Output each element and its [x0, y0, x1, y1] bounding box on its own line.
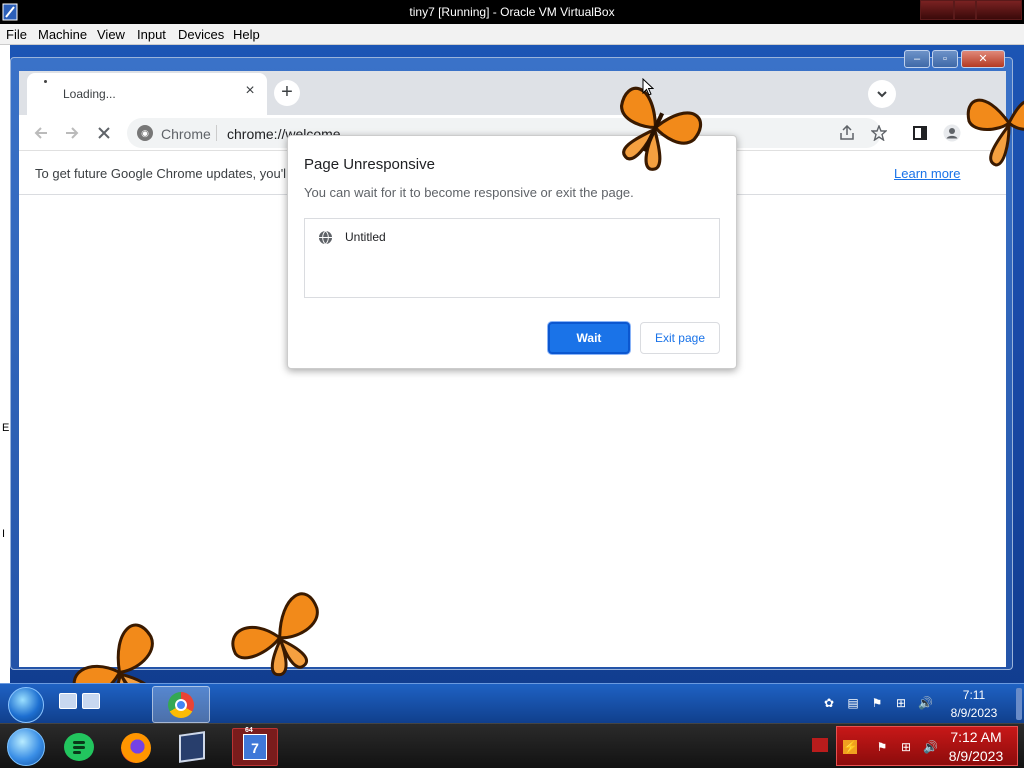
- network-icon[interactable]: ⊞: [894, 696, 908, 710]
- tab-search-button[interactable]: [868, 80, 896, 108]
- taskbar-notes-app[interactable]: [58, 728, 104, 766]
- show-desktop-button[interactable]: [1016, 688, 1022, 720]
- butterfly-icon: [231, 592, 319, 676]
- host-clock-date[interactable]: 8/9/2023: [935, 748, 1017, 764]
- taskbar-virtualbox[interactable]: [170, 728, 216, 766]
- host-taskbar: 7 64 ⚡ ⚑ ⊞ 🔊 7:12 AM 8/9/2023: [0, 723, 1024, 768]
- tray-doc-icon[interactable]: ▤: [846, 696, 860, 710]
- menu-help[interactable]: Help: [233, 27, 260, 42]
- menu-file[interactable]: File: [6, 27, 27, 42]
- host-start-button[interactable]: [7, 728, 45, 766]
- guest-desktop: E I – ▫ ✕ Loading... × + ◉ Chrome chrome…: [0, 45, 1024, 768]
- mouse-cursor-icon: [642, 78, 654, 96]
- host-minimize-button[interactable]: [920, 0, 954, 20]
- switch-windows-icon[interactable]: [82, 693, 100, 709]
- virtualbox-cube-icon: [179, 731, 205, 763]
- guest-taskbar: ✿ ▤ ⚑ ⊞ 🔊 7:11 8/9/2023: [0, 683, 1024, 723]
- chevron-down-icon: [877, 91, 887, 98]
- loading-spinner-icon: [44, 80, 47, 83]
- forward-button[interactable]: [60, 121, 84, 145]
- tiny7-vm-icon: 7 64: [243, 727, 267, 760]
- notes-icon: [64, 733, 94, 761]
- guest-start-button[interactable]: [8, 687, 44, 723]
- new-tab-button[interactable]: +: [274, 80, 300, 106]
- globe-icon: [318, 230, 333, 245]
- host-network-icon[interactable]: ⊞: [899, 740, 913, 754]
- side-panel-icon: [913, 126, 927, 140]
- host-close-button[interactable]: [976, 0, 1022, 20]
- infobar-message: To get future Google Chrome updates, you…: [35, 166, 289, 181]
- action-center-flag-icon[interactable]: ⚑: [870, 696, 884, 710]
- stop-loading-icon: [98, 127, 110, 139]
- site-label: Chrome: [161, 126, 211, 142]
- firefox-icon: [121, 733, 151, 763]
- menu-view[interactable]: View: [97, 27, 125, 42]
- taskbar-chrome[interactable]: [152, 686, 210, 723]
- menu-input[interactable]: Input: [137, 27, 166, 42]
- stop-button[interactable]: [92, 121, 116, 145]
- taskbar-firefox[interactable]: [114, 728, 160, 766]
- vbox-window-title: tiny7 [Running] - Oracle VM VirtualBox: [409, 5, 615, 19]
- list-item: Untitled: [345, 230, 386, 244]
- vm-arch-badge: 64: [245, 727, 253, 734]
- learn-more-link[interactable]: Learn more: [894, 166, 960, 181]
- chrome-minimize-button[interactable]: –: [904, 50, 930, 68]
- host-tray-indicator-icon[interactable]: [812, 738, 828, 752]
- star-icon[interactable]: [871, 125, 887, 141]
- profile-icon: [943, 124, 961, 142]
- host-system-tray: ⚡ ⚑ ⊞ 🔊 7:12 AM 8/9/2023: [836, 726, 1018, 766]
- chrome-close-button[interactable]: ✕: [961, 50, 1005, 68]
- unresponsive-pages-list: Untitled: [304, 218, 720, 298]
- tab-close-icon[interactable]: ×: [240, 81, 260, 101]
- back-arrow-icon: [34, 127, 47, 139]
- forward-arrow-icon: [66, 127, 79, 139]
- tab-strip: Loading... × +: [19, 71, 1006, 115]
- back-button[interactable]: [29, 121, 53, 145]
- profile-button[interactable]: [940, 121, 964, 145]
- edge-letter: I: [2, 528, 6, 540]
- menu-devices[interactable]: Devices: [178, 27, 224, 42]
- tab-loading[interactable]: Loading... ×: [27, 73, 267, 115]
- chrome-maximize-button[interactable]: ▫: [932, 50, 958, 68]
- dialog-subtitle: You can wait for it to become responsive…: [304, 185, 634, 200]
- chrome-icon: [168, 692, 194, 718]
- host-restore-button[interactable]: [954, 0, 976, 20]
- guest-clock-date[interactable]: 8/9/2023: [948, 706, 1000, 720]
- side-panel-button[interactable]: [908, 121, 932, 145]
- tray-app-icon[interactable]: ✿: [822, 696, 836, 710]
- show-desktop-icon[interactable]: [59, 693, 77, 709]
- host-clock-time[interactable]: 7:12 AM: [935, 729, 1017, 745]
- volume-icon[interactable]: 🔊: [918, 696, 933, 710]
- edge-letter: E: [2, 422, 10, 434]
- tab-title: Loading...: [63, 87, 116, 101]
- tray-alert-icon[interactable]: ⚡: [843, 740, 858, 754]
- omnibox-divider: [216, 125, 217, 141]
- taskbar-tiny7-vm[interactable]: 7 64: [232, 727, 278, 766]
- share-icon[interactable]: [839, 125, 855, 141]
- butterfly-icon: [619, 86, 703, 171]
- dialog-title: Page Unresponsive: [304, 156, 435, 173]
- exit-page-button[interactable]: Exit page: [640, 322, 720, 354]
- menu-machine[interactable]: Machine: [38, 27, 87, 42]
- wait-button[interactable]: Wait: [548, 322, 630, 354]
- vm-version-badge: 7: [251, 740, 259, 756]
- host-flag-icon[interactable]: ⚑: [875, 740, 889, 754]
- guest-left-strip: E I: [0, 45, 10, 685]
- butterfly-icon: [966, 98, 1024, 167]
- vbox-menubar: File Machine View Input Devices Help: [0, 24, 1024, 45]
- guest-clock-time[interactable]: 7:11: [954, 688, 994, 702]
- chrome-site-icon: ◉: [137, 125, 153, 141]
- vbox-titlebar: tiny7 [Running] - Oracle VM VirtualBox: [0, 0, 1024, 24]
